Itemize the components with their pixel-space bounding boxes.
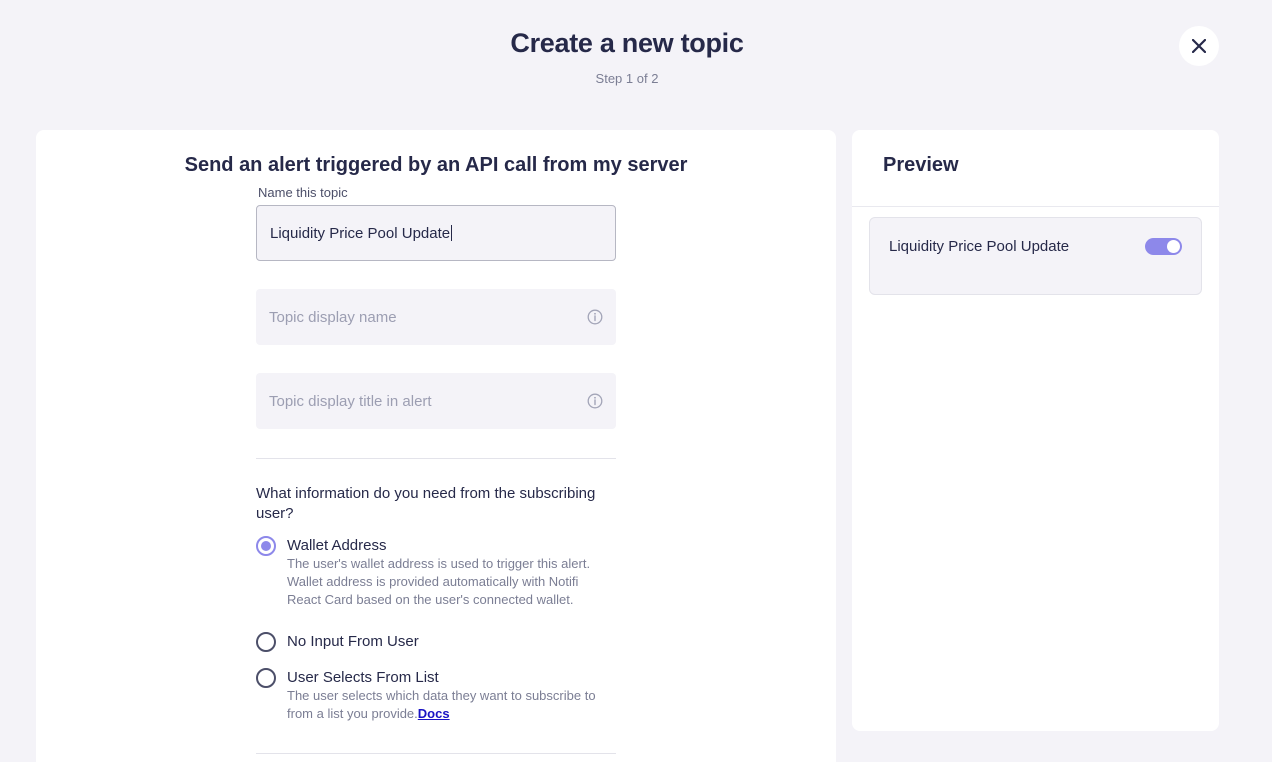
section-divider bbox=[256, 753, 616, 754]
option-no-input[interactable]: No Input From User bbox=[256, 632, 626, 652]
preview-topic-label: Liquidity Price Pool Update bbox=[889, 238, 1070, 255]
option-wallet-address[interactable]: Wallet Address The user's wallet address… bbox=[256, 536, 626, 610]
topic-display-title-placeholder: Topic display title in alert bbox=[269, 392, 432, 410]
preview-panel: Preview Liquidity Price Pool Update bbox=[852, 130, 1219, 731]
radio-no-input[interactable] bbox=[256, 632, 276, 652]
option-user-selects-list[interactable]: User Selects From List The user selects … bbox=[256, 668, 626, 724]
option-description-line: React Card based on the user's connected… bbox=[287, 592, 574, 607]
text-caret bbox=[451, 225, 453, 241]
topic-display-title-input[interactable]: Topic display title in alert bbox=[256, 373, 616, 429]
page-title: Create a new topic bbox=[510, 28, 744, 58]
name-topic-label: Name this topic bbox=[258, 185, 348, 200]
preview-divider bbox=[852, 206, 1219, 207]
option-label: No Input From User bbox=[287, 633, 419, 650]
topic-display-name-placeholder: Topic display name bbox=[269, 308, 397, 326]
create-topic-page: Create a new topic Step 1 of 2 Send an a… bbox=[0, 0, 1272, 762]
option-description-line: from a list you provide.Docs bbox=[287, 704, 596, 724]
topic-name-input[interactable]: Liquidity Price Pool Update bbox=[256, 205, 616, 261]
option-description-line: The user selects which data they want to… bbox=[287, 688, 596, 703]
preview-topic-item: Liquidity Price Pool Update bbox=[869, 217, 1202, 295]
topic-form-card: Send an alert triggered by an API call f… bbox=[36, 130, 836, 762]
close-button[interactable] bbox=[1179, 26, 1219, 66]
radio-user-selects-list[interactable] bbox=[256, 668, 276, 688]
topic-display-name-input[interactable]: Topic display name bbox=[256, 289, 616, 345]
option-description-text: from a list you provide. bbox=[287, 706, 418, 721]
option-label: User Selects From List bbox=[287, 669, 439, 686]
preview-topic-toggle[interactable] bbox=[1145, 238, 1182, 255]
option-description-line: Wallet address is provided automatically… bbox=[287, 574, 579, 589]
radio-wallet-address[interactable] bbox=[256, 536, 276, 556]
section-divider bbox=[256, 458, 616, 459]
info-icon[interactable] bbox=[587, 309, 603, 325]
info-icon[interactable] bbox=[587, 393, 603, 409]
preview-title: Preview bbox=[883, 154, 959, 176]
option-label: Wallet Address bbox=[287, 537, 387, 554]
topic-name-value: Liquidity Price Pool Update bbox=[270, 224, 451, 242]
docs-link[interactable]: Docs bbox=[418, 706, 450, 721]
close-icon bbox=[1192, 39, 1206, 53]
user-info-question: What information do you need from the su… bbox=[256, 485, 596, 522]
option-description-line: The user's wallet address is used to tri… bbox=[287, 556, 591, 571]
step-indicator: Step 1 of 2 bbox=[595, 71, 659, 86]
form-title: Send an alert triggered by an API call f… bbox=[184, 154, 688, 176]
